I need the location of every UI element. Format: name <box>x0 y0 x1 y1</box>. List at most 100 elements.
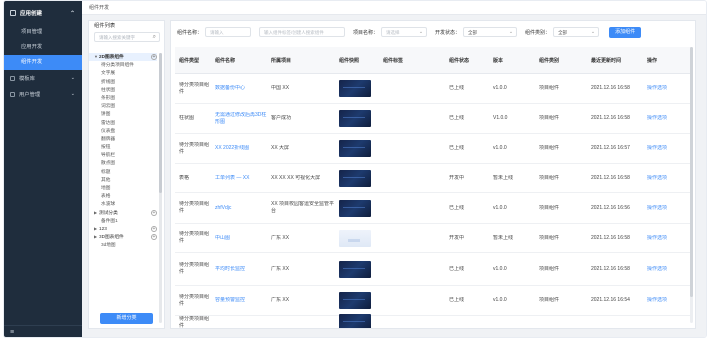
operation-link[interactable]: 操作选项 <box>643 266 673 273</box>
nav-app-create[interactable]: 应用创建 ⌃ <box>4 1 82 25</box>
tag-creator-search-input[interactable]: 输入组件标签/创建人搜索组件 <box>259 27 346 37</box>
nav-item-project-manage[interactable]: 项目管理 <box>4 25 82 40</box>
table-header-cell: 组件快照 <box>339 57 360 64</box>
tree-node[interactable]: 备件图1 <box>89 217 157 225</box>
component-table: 组件类型 组件名称 所属项目 组件快照 组件标签 组件状态 版本 组件类别 最近更新时间 操作 待… <box>175 47 691 328</box>
tree-node[interactable]: 待分类项目组件 <box>89 61 157 69</box>
table-cell: 2021.12.16 16:57 <box>591 145 630 151</box>
operation-link[interactable]: 操作选项 <box>643 235 673 242</box>
tree-node[interactable]: 水波球 <box>89 200 157 208</box>
tree-node-label: 条形图 <box>101 94 116 100</box>
table-scrollbar[interactable] <box>690 47 693 323</box>
tree-node[interactable]: 表格 <box>89 192 157 200</box>
table-row[interactable]: 待分类项目组件 平均时长监控 广东 XX 已上线 v1.0.0 项目组件 2021.12.1… <box>175 253 691 286</box>
component-name-link[interactable]: XX 2022折线图 <box>211 145 267 152</box>
nav-item-component-dev[interactable]: 组件开发 <box>4 55 82 70</box>
add-category-button[interactable]: 新增分类 <box>100 313 153 324</box>
component-name-link[interactable]: 平均时长监控 <box>211 266 267 273</box>
nav-group-user[interactable]: 用户管理 ⌄ <box>4 86 82 102</box>
tree-node[interactable]: 标题 <box>89 168 157 176</box>
operation-link[interactable]: 操作选项 <box>643 115 673 122</box>
tree-search-placeholder: 请输入搜索关键字 <box>99 35 135 40</box>
name-filter-input[interactable]: 请输入 <box>205 27 252 37</box>
table-cell: 项目组件 <box>539 297 560 303</box>
operation-link[interactable]: 操作选项 <box>643 297 673 304</box>
table-cell: 项目组件 <box>539 174 560 181</box>
component-table-panel: 组件名称： 请输入 输入组件标签/创建人搜索组件 项目名称： 请选择 ⌄ 开发状… <box>170 20 696 329</box>
table-cell: 已上线 <box>449 297 465 303</box>
operation-link[interactable]: 操作选项 <box>643 145 673 152</box>
table-row[interactable]: 待分类项目组件 容量预警监控 广东 XX 已上线 v1.0.0 项目组件 2021.12.1… <box>175 286 691 316</box>
table-row[interactable]: 待分类项目组件 中山图 广东 XX 开发中 暂未上线 项目组件 2021.12.16 16:… <box>175 224 691 253</box>
nav-group-template[interactable]: 模板库 ⌄ <box>4 70 82 86</box>
table-row[interactable]: 待分类项目组件 zhfVdjc XX 项目校园客运安全监管平台 已上线 v1.0.0 项目… <box>175 193 691 224</box>
table-row[interactable]: 表格 工单列表 — XX XX XX XX 可视化大屏 开发中 暂未上线 项目组件 2021… <box>175 164 691 193</box>
snapshot-image <box>339 110 371 127</box>
tree-node[interactable]: 饼图 <box>89 110 157 118</box>
table-cell: 待分类项目组件 <box>179 201 210 214</box>
component-snapshot <box>335 199 379 217</box>
add-circle-icon[interactable]: + <box>151 209 157 216</box>
operation-link[interactable]: 操作选项 <box>643 85 673 92</box>
table-cell: 待分类项目组件 <box>179 262 210 275</box>
table-row[interactable]: 待分类项目组件 <box>175 314 691 329</box>
table-cell: 待分类项目组件 <box>179 293 210 307</box>
component-name-link[interactable]: 中山图 <box>211 235 267 242</box>
component-name-link[interactable]: 工单列表 — XX <box>211 175 267 182</box>
tree-node[interactable]: ▶ 123 + <box>89 225 157 233</box>
tree-node-label: 水波球 <box>101 201 116 207</box>
tree-node[interactable]: 导航栏 <box>89 151 157 159</box>
tree-node[interactable]: 按钮 <box>89 143 157 151</box>
side-nav: 应用创建 ⌃ 项目管理 应用开发 组件开发 模板库 ⌄ 用户管理 ⌄ ≡ <box>4 1 82 337</box>
menu-icon[interactable]: ≡ <box>4 325 82 337</box>
tree-node[interactable]: 折线图 <box>89 78 157 86</box>
tree-scrollbar[interactable] <box>159 53 162 323</box>
tree-node[interactable]: 散点图 <box>89 159 157 167</box>
tree-node[interactable]: ▼2D图表组件 + <box>89 53 157 62</box>
tree-node[interactable]: 词云图 <box>89 102 157 110</box>
tree-search-input[interactable]: 请输入搜索关键字 ⌕ <box>94 32 160 42</box>
table-row[interactable]: 柱状图 无需通过修改后再3D柱形图 客户成功 已上线 V1.0.0 项目组件 2021.12… <box>175 104 691 134</box>
tree-node[interactable]: 柱状图 <box>89 86 157 94</box>
tree-node[interactable]: 仪表盘 <box>89 127 157 135</box>
tree-title: 组件列表 <box>94 23 116 29</box>
tree-node[interactable]: ▶ 3D图表组件 + <box>89 233 157 241</box>
nav-item-app-dev[interactable]: 应用开发 <box>4 40 82 55</box>
tree-node[interactable]: 条形图 <box>89 94 157 102</box>
tree-node[interactable]: 地图 <box>89 184 157 192</box>
operation-link[interactable]: 操作选项 <box>643 175 673 182</box>
tree-node-label: 饼图 <box>101 111 111 117</box>
component-name-link[interactable]: 容量预警监控 <box>211 297 267 304</box>
group-select[interactable]: 全部 ⌄ <box>553 27 600 37</box>
tree-list: ▼2D图表组件 + 待分类项目组件 文字展 折线图 柱状图 条形图词云图 饼图雷达图 仪表盘 翻牌… <box>89 53 157 323</box>
component-name-link[interactable]: 数据备份中心 <box>211 85 267 92</box>
table-row[interactable]: 待分类项目组件 数据备份中心 中国 XX 已上线 v1.0.0 项目组件 2021.12.1… <box>175 74 691 104</box>
table-cell: 开发中 <box>449 234 465 241</box>
component-name-link[interactable]: zhfVdjc <box>211 205 267 212</box>
add-circle-icon[interactable]: + <box>151 225 157 232</box>
table-cell: 待分类项目组件 <box>179 315 210 329</box>
project-select[interactable]: 请选择 ⌄ <box>381 27 428 37</box>
table-row[interactable]: 待分类项目组件 XX 2022折线图 XX 大屏 已上线 v1.0.0 项目组件 2021.… <box>175 134 691 164</box>
tree-node[interactable]: 其他 <box>89 176 157 184</box>
dev-status-select[interactable]: 全部 ⌄ <box>463 27 518 37</box>
table-header-cell: 组件类型 <box>179 57 200 64</box>
table-cell: 2021.12.16 16:58 <box>591 265 630 272</box>
add-circle-icon[interactable]: + <box>151 54 157 60</box>
tree-node[interactable]: ▶ 测试分类 + <box>89 209 157 217</box>
add-component-button[interactable]: 添加组件 <box>609 26 642 38</box>
tree-node[interactable]: 雷达图 <box>89 119 157 127</box>
component-name-link[interactable]: 无需通过修改后再3D柱形图 <box>211 112 267 126</box>
tree-node[interactable]: 翻牌器 <box>89 135 157 143</box>
add-circle-icon[interactable]: + <box>151 234 157 241</box>
group-label: 组件类别： <box>525 29 551 36</box>
breadcrumb: 组件开发 <box>82 1 706 15</box>
tree-node[interactable]: 3d地图 <box>89 241 157 249</box>
nav-group-label: 用户管理 <box>19 92 41 98</box>
dev-status-value: 全部 <box>468 30 478 35</box>
tree-node[interactable]: 文字展 <box>89 69 157 77</box>
table-header-cell: 组件状态 <box>449 57 470 64</box>
search-icon[interactable]: ⌕ <box>153 33 156 42</box>
table-cell: v1.0.0 <box>493 297 507 303</box>
operation-link[interactable]: 操作选项 <box>643 205 673 212</box>
